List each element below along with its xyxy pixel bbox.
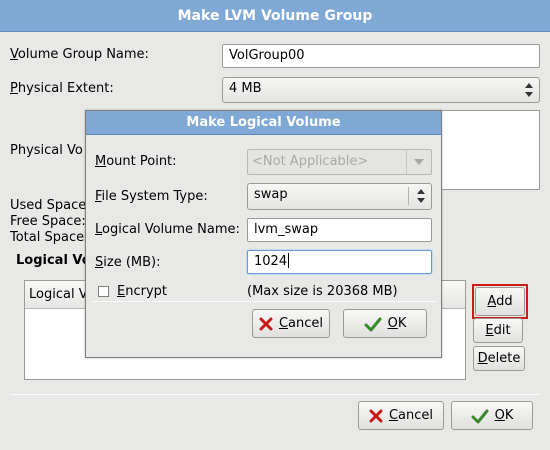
green-check-icon [471, 409, 489, 423]
edit-button-label-rest: dit [493, 323, 511, 338]
mount-point-value: <Not Applicable> [252, 154, 369, 169]
lv-name-input[interactable]: lvm_swap [247, 218, 432, 242]
green-check-icon [364, 317, 382, 331]
mnemonic-c2: C [278, 316, 289, 331]
mount-point-dropdown [406, 150, 431, 174]
red-x-icon [259, 317, 273, 330]
volume-group-name-label-text: olume Group Name: [17, 47, 149, 62]
cancel-button[interactable]: Cancel [358, 401, 444, 430]
mnemonic-o: O [494, 408, 505, 423]
encrypt-checkbox-wrap[interactable] [98, 286, 109, 301]
physical-volumes-label: Physical Vo [10, 143, 83, 158]
window-title: Make LVM Volume Group [0, 0, 550, 32]
mount-point-label-text: ount Point: [106, 154, 177, 169]
text-caret [288, 253, 290, 268]
dialog-ok-label: OK [388, 316, 407, 331]
logical-volumes-label: Logical Vo [16, 253, 91, 268]
physical-extent-label-text: hysical Extent: [17, 81, 114, 96]
dialog-title: Make Logical Volume [86, 111, 441, 135]
fs-type-label-text: ile System Type: [101, 189, 208, 204]
cancel-button-label: Cancel [389, 408, 433, 423]
mnemonic-e: E [485, 323, 494, 338]
lv-name-label: Logical Volume Name: [95, 222, 240, 238]
button-separator [10, 394, 540, 395]
updown-arrows-icon [417, 189, 425, 203]
mount-point-combo: <Not Applicable> [247, 149, 432, 175]
ok-button[interactable]: OK [451, 401, 533, 430]
dialog-cancel-button[interactable]: Cancel [252, 309, 330, 338]
physical-extent-value: 4 MB [229, 81, 262, 96]
volume-group-name-label: Volume Group Name: [10, 47, 149, 63]
cancel-button-label-rest: ancel [398, 408, 434, 423]
dialog-cancel-label: Cancel [279, 316, 323, 331]
mnemonic-e2: E [117, 284, 126, 299]
used-space-label: Used Space [10, 198, 87, 213]
encrypt-checkbox[interactable] [98, 286, 109, 297]
size-input[interactable]: 1024 [247, 250, 432, 274]
mnemonic-a: A [487, 294, 497, 309]
physical-extent-combo[interactable]: 4 MB [222, 77, 540, 103]
mnemonic-v: V [10, 47, 18, 62]
add-button[interactable]: Add [475, 287, 525, 316]
ok-button-label: OK [495, 408, 514, 423]
max-size-text: (Max size is 20368 MB) [247, 284, 398, 299]
fs-type-combo[interactable]: swap [247, 183, 432, 210]
mnemonic-o2: O [387, 316, 398, 331]
size-label: Size (MB): [95, 255, 161, 271]
mnemonic-c: C [388, 408, 399, 423]
updown-arrows-icon [525, 83, 533, 97]
delete-button[interactable]: Delete [473, 346, 525, 371]
encrypt-label[interactable]: Encrypt [117, 284, 167, 300]
mnemonic-l: L [95, 222, 103, 237]
total-space-label: Total Space [10, 230, 85, 245]
mnemonic-p: P [10, 81, 18, 96]
encrypt-label-text: ncrypt [125, 284, 167, 299]
red-x-icon [369, 409, 383, 422]
size-label-text: ize (MB): [103, 255, 161, 270]
mnemonic-m: M [95, 154, 107, 169]
dialog-ok-button[interactable]: OK [343, 309, 427, 338]
delete-button-label-rest: elete [487, 351, 521, 366]
add-button-label-rest: dd [496, 294, 513, 309]
delete-button-label: Delete [478, 351, 521, 366]
fs-type-separator [408, 187, 409, 205]
chevron-down-icon [414, 159, 424, 165]
dialog-cancel-label-rest: ancel [288, 316, 324, 331]
ok-button-label-rest: K [504, 408, 514, 423]
mount-point-label: Mount Point: [95, 154, 177, 170]
dialog-ok-label-rest: K [397, 316, 407, 331]
fs-type-label: File System Type: [95, 189, 208, 205]
edit-button-label: Edit [485, 323, 510, 338]
edit-button[interactable]: Edit [473, 318, 523, 343]
dialog-separator [92, 301, 437, 302]
add-button-label: Add [487, 294, 512, 309]
mnemonic-d: D [477, 351, 488, 366]
free-space-label: Free Space: [10, 214, 86, 229]
size-value: 1024 [254, 254, 288, 269]
physical-extent-label: Physical Extent: [10, 81, 114, 97]
volume-group-name-input[interactable]: VolGroup00 [222, 44, 540, 68]
fs-type-value: swap [254, 187, 288, 202]
make-logical-volume-dialog: Make Logical Volume Mount Point: <Not Ap… [85, 110, 442, 358]
lv-name-label-text: ogical Volume Name: [102, 222, 240, 237]
